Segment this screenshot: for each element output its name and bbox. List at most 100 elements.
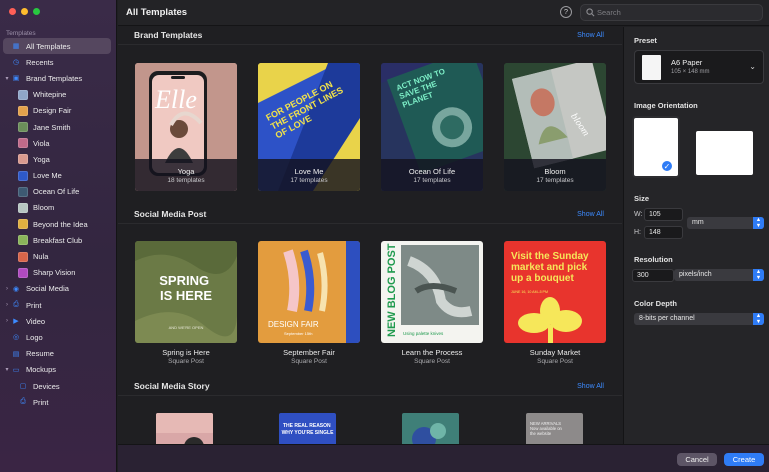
sidebar-item-label: Yoga [33,154,50,164]
sidebar-item-ocean-of-life[interactable]: Ocean Of Life [3,184,111,200]
search-field[interactable] [580,4,763,21]
blog-post-art-text: NEW BLOG POST [386,243,398,337]
brand-card-bloom[interactable]: bloom Bloom 17 templates [504,63,606,191]
love-me-thumb [18,170,28,181]
sidebar-item-label: Devices [33,381,60,391]
close-window-button[interactable] [9,8,16,15]
post-card-sunday-market[interactable]: Visit the Sunday market and pick up a bo… [504,241,606,365]
post-card-september-fair[interactable]: DESIGN FAIR September 15th September Fai… [258,241,360,365]
show-all-link[interactable]: Show All [577,211,604,218]
sidebar-item-resume[interactable]: ▤ Resume [3,346,111,362]
sidebar-item-viola[interactable]: Viola [3,135,111,151]
page-title: All Templates [126,7,188,18]
blog-post-small-text: Using palette knives [403,331,444,336]
viola-thumb [18,138,28,149]
disclosure-open-icon[interactable]: ▾ [3,366,11,373]
sidebar-item-label: Bloom [33,203,55,213]
sidebar-item-recents[interactable]: ◷ Recents [3,54,111,70]
show-all-link[interactable]: Show All [577,32,604,39]
sidebar-item-label: Nula [33,252,49,262]
sidebar-item-print[interactable]: › ⎙ Print [3,297,111,313]
sidebar-item-design-fair[interactable]: Design Fair [3,103,111,119]
search-icon [586,8,595,17]
zoom-window-button[interactable] [33,8,40,15]
brand-card-yoga[interactable]: Elle Yoga 18 templates [135,63,237,191]
sidebar-item-nula[interactable]: Nula [3,248,111,264]
color-depth-label: Color Depth [634,299,677,308]
landscape-orientation-option[interactable] [696,131,753,175]
brand-card-love-me[interactable]: FOR PEOPLE ON THE FRONT LINES OF LOVE Lo… [258,63,360,191]
size-unit-select[interactable]: mm ▲ ▼ [687,217,764,229]
size-unit-value: mm [692,219,704,226]
post-card-spring-is-here[interactable]: SPRING IS HERE AND WE'RE OPEN Spring is … [135,241,237,365]
disclosure-closed-icon[interactable]: › [3,302,11,308]
story-card-3[interactable] [402,413,459,444]
sidebar-item-bloom[interactable]: Bloom [3,200,111,216]
sidebar-item-all-templates[interactable]: ▦ All Templates [3,38,111,55]
color-depth-select[interactable]: 8-bits per channel ▲ ▼ [634,313,764,325]
sidebar-item-jane-smith[interactable]: Jane Smith [3,119,111,135]
preset-name: A6 Paper [671,58,703,67]
sidebar-item-logo[interactable]: ◎ Logo [3,329,111,345]
sidebar-item-love-me[interactable]: Love Me [3,168,111,184]
width-field[interactable]: 105 [644,208,683,221]
footer-bar: Cancel Create [118,444,769,472]
show-all-link[interactable]: Show All [577,383,604,390]
card-name: Sunday Market [529,348,581,357]
sidebar-item-whitepine[interactable]: Whitepine [3,87,111,103]
sidebar-item-breakfast-club[interactable]: Breakfast Club [3,232,111,248]
disclosure-open-icon[interactable]: ▾ [3,75,11,82]
sidebar-item-label: Brand Templates [26,73,83,83]
preset-dropdown[interactable]: A6 Paper 105 × 148 mm ⌄ [634,50,764,84]
sidebar-item-beyond-the-idea[interactable]: Beyond the Idea [3,216,111,232]
card-thumbnail: NEW BLOG POST Using palette knives [381,241,483,343]
story-card-2[interactable]: THE REAL REASON WHY YOU'RE SINGLE [279,413,336,444]
disclosure-closed-icon[interactable]: › [3,318,11,324]
story-card-4[interactable]: NEW ARRIVALS Now available on the websit… [526,413,583,444]
sidebar-item-label: Breakfast Club [33,235,83,245]
document-icon [642,55,661,80]
cancel-button[interactable]: Cancel [677,453,717,466]
design-fair-thumb [18,105,28,116]
card-name: September Fair [283,348,335,357]
section-title: Social Media Story [134,381,210,391]
story-thumbnail [156,413,213,444]
sidebar-item-brand-templates[interactable]: ▾ ▣ Brand Templates [3,70,111,86]
help-icon[interactable]: ? [560,6,572,18]
resolution-field[interactable]: 300 [632,269,674,282]
sidebar-item-yoga[interactable]: Yoga [3,151,111,167]
section-social-media-story: Social Media Story Show All [118,378,622,396]
sidebar-item-video[interactable]: › ▶ Video [3,313,111,329]
template-gallery: Brand Templates Show All Elle Yoga 18 te… [118,27,622,444]
card-count: 18 templates [167,177,205,184]
orientation-label: Image Orientation [634,101,698,110]
design-fair-art-text: DESIGN FAIR [268,320,319,329]
search-input[interactable] [597,7,757,18]
sidebar-item-devices[interactable]: ▢ Devices [3,378,111,394]
minimize-window-button[interactable] [21,8,28,15]
sidebar-item-mockups[interactable]: ▾ ▭ Mockups [3,362,111,378]
sidebar-item-label: Print [33,397,49,407]
disclosure-closed-icon[interactable]: › [3,286,11,292]
sidebar-item-label: Sharp Vision [33,268,76,278]
card-thumbnail: ACT NOW TO SAVE THE PLANET Ocean Of Life… [381,63,483,191]
create-button[interactable]: Create [724,453,764,466]
up-down-arrows-icon: ▲ ▼ [753,313,764,325]
sidebar-item-social-media[interactable]: › ◉ Social Media [3,281,111,297]
sidebar-item-label: Logo [26,332,43,342]
beyond-thumb [18,219,28,230]
resolution-unit-select[interactable]: pixels/inch ▲ ▼ [674,269,764,281]
height-field[interactable]: 148 [644,226,683,239]
sunday-market-small-text: JUNE 16, 10 AM–5 PM [511,290,548,294]
yoga-art-text: Elle [154,85,197,114]
sidebar-item-sharp-vision[interactable]: Sharp Vision [3,265,111,281]
card-caption: Yoga 18 templates [135,159,237,191]
story-card-1[interactable] [156,413,213,444]
card-thumbnail: SPRING IS HERE AND WE'RE OPEN [135,241,237,343]
story-art-text: THE REAL REASON WHY YOU'RE SINGLE [282,423,335,436]
sidebar-item-print[interactable]: ⎙ Print [3,394,111,410]
whitepine-thumb [18,89,28,100]
brand-card-ocean-of-life[interactable]: ACT NOW TO SAVE THE PLANET Ocean Of Life… [381,63,483,191]
post-card-learn-the-process[interactable]: NEW BLOG POST Using palette knives Learn… [381,241,483,365]
preset-label: Preset [634,36,657,45]
